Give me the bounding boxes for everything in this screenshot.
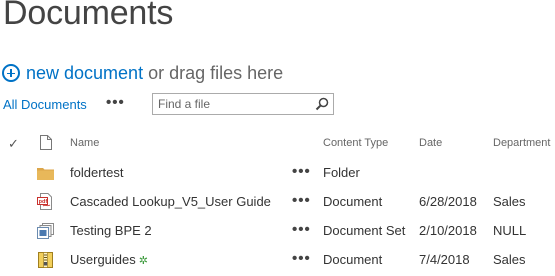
more-options-icon[interactable]: ••• [292, 216, 311, 243]
table-row[interactable]: Userguides ✲ ••• Document 7/4/2018 Sales [0, 245, 555, 274]
zip-icon [38, 252, 53, 268]
file-name-with-badge: Userguides ✲ [70, 245, 148, 276]
new-item-badge-icon: ✲ [138, 255, 148, 267]
column-header-date[interactable]: Date [419, 137, 442, 149]
content-type-cell: Document [323, 252, 383, 267]
folder-icon [37, 168, 54, 180]
select-all-checkmark-icon[interactable]: ✓ [8, 136, 19, 152]
file-name-link[interactable]: Cascaded Lookup_V5_User Guide [70, 187, 271, 216]
pdf-icon: pdf [37, 193, 52, 210]
date-cell: 2/10/2018 [419, 223, 477, 238]
file-name-link[interactable]: Userguides [70, 252, 136, 267]
view-all-documents[interactable]: All Documents [3, 97, 87, 112]
date-cell: 7/4/2018 [419, 252, 470, 267]
content-type-cell: Document Set [323, 223, 406, 238]
column-header-content-type[interactable]: Content Type [323, 137, 388, 149]
page-title: Documents [3, 0, 174, 32]
content-type-cell: Folder [323, 165, 360, 180]
content-type-cell: Document [323, 194, 383, 209]
more-options-icon[interactable]: ••• [292, 245, 311, 272]
drag-files-hint: or drag files here [148, 62, 284, 83]
department-cell: Sales [493, 194, 526, 209]
more-options-icon[interactable]: ••• [292, 158, 311, 185]
document-set-icon [37, 223, 54, 239]
department-cell: Sales [493, 252, 526, 267]
table-row[interactable]: foldertest ••• Folder [0, 158, 555, 187]
date-cell: 6/28/2018 [419, 194, 477, 209]
column-header-department[interactable]: Department [493, 137, 550, 149]
search-input[interactable] [158, 95, 308, 113]
add-circle-icon[interactable] [2, 64, 20, 82]
more-options-icon[interactable]: ••• [292, 187, 311, 214]
file-type-header-icon [40, 135, 52, 150]
file-name-link[interactable]: foldertest [70, 158, 123, 187]
svg-text:pdf: pdf [39, 199, 48, 205]
table-row[interactable]: Testing BPE 2 ••• Document Set 2/10/2018… [0, 216, 555, 245]
department-cell: NULL [493, 223, 527, 238]
search-box[interactable] [152, 93, 334, 115]
search-icon[interactable] [315, 97, 329, 111]
column-header-name[interactable]: Name [70, 137, 99, 149]
new-document-command[interactable]: new document or drag files here [2, 61, 283, 85]
table-row[interactable]: pdf Cascaded Lookup_V5_User Guide ••• Do… [0, 187, 555, 216]
file-name-link[interactable]: Testing BPE 2 [70, 216, 152, 245]
new-document-link[interactable]: new document [26, 63, 143, 84]
view-more-options-icon[interactable]: ••• [106, 94, 125, 111]
